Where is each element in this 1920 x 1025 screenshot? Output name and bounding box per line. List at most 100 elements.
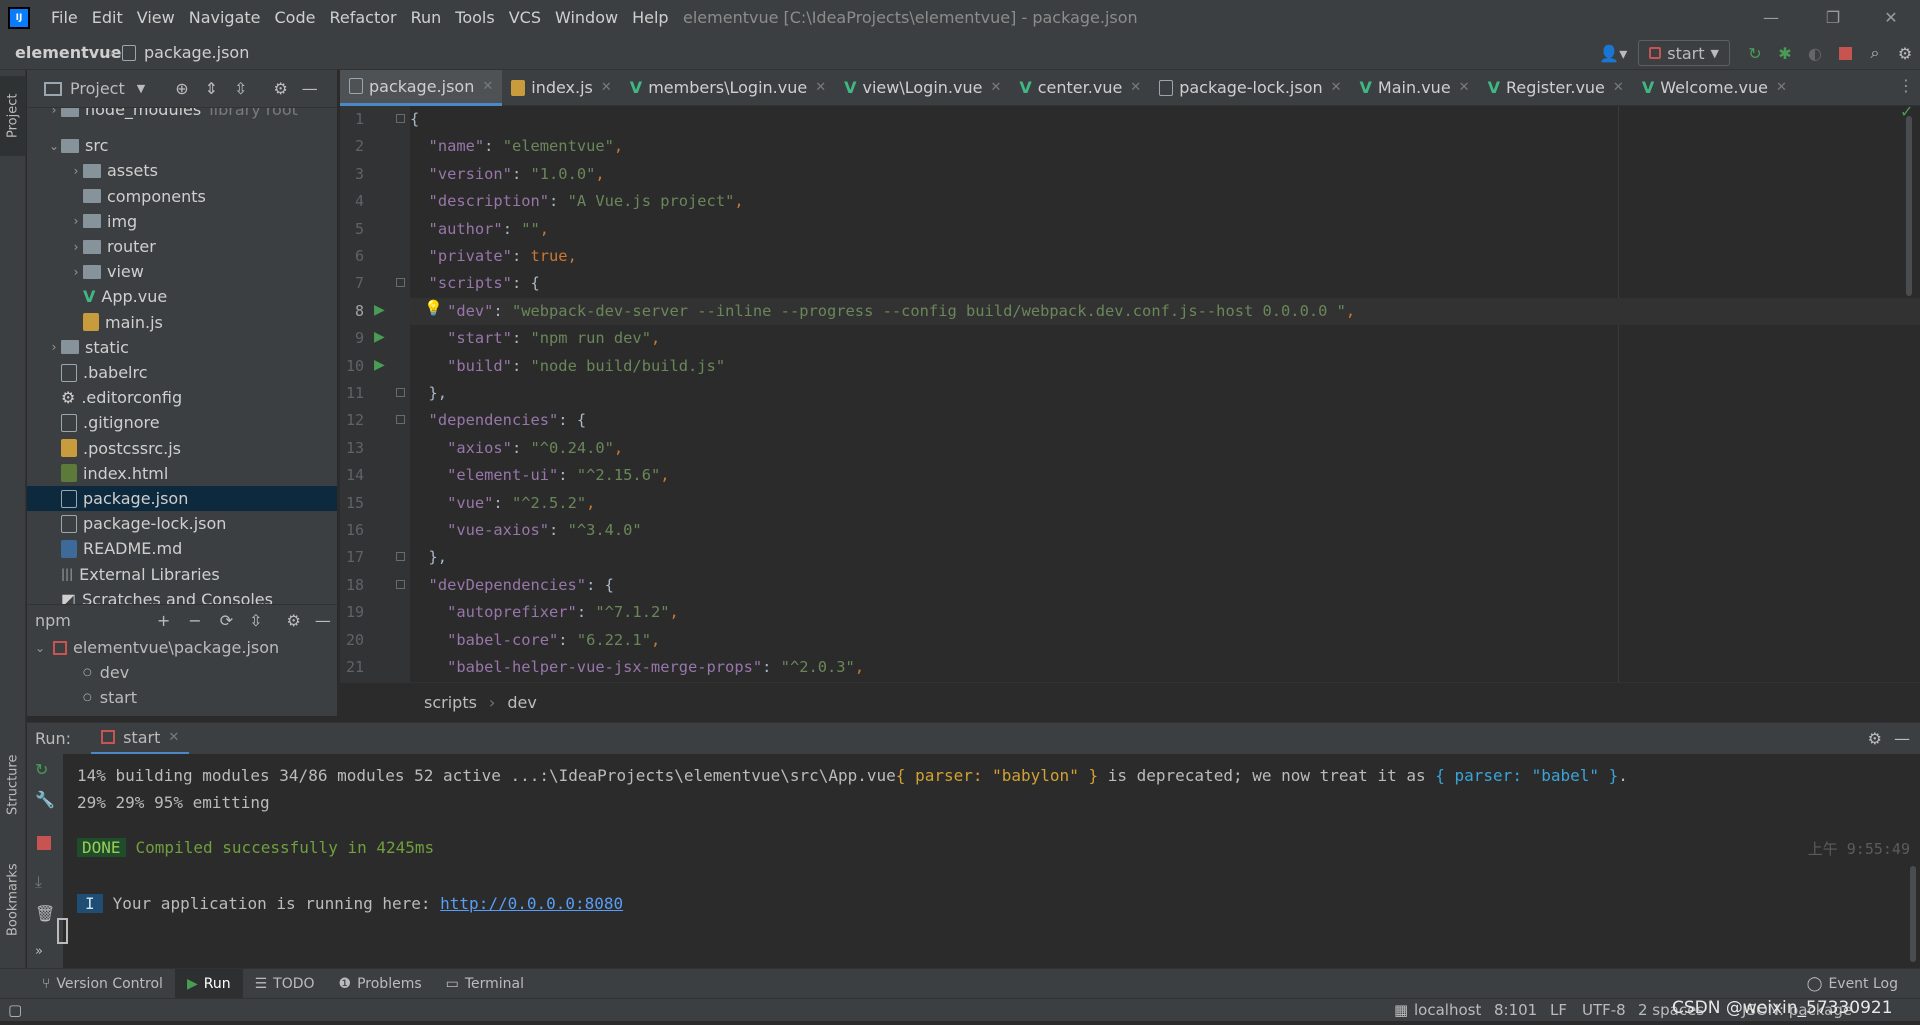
app-url-link[interactable]: http://0.0.0.0:8080: [440, 894, 623, 913]
tree-item[interactable]: › node_modules library root: [27, 108, 337, 122]
tab-project-tool[interactable]: Project: [0, 76, 26, 156]
breadcrumb-dev[interactable]: dev: [507, 693, 536, 712]
project-panel-title[interactable]: Project: [70, 79, 125, 98]
menu-refactor[interactable]: Refactor: [322, 0, 403, 36]
close-tab-icon[interactable]: ✕: [1459, 80, 1470, 95]
fold-marker-icon[interactable]: [396, 579, 405, 589]
tab-problems[interactable]: ❶ Problems: [327, 969, 434, 999]
tree-item[interactable]: .gitignore: [27, 410, 337, 435]
fold-marker-icon[interactable]: [396, 278, 405, 288]
editor-tab[interactable]: Vcenter.vue ✕: [1010, 70, 1150, 106]
reload-icon[interactable]: ⟳: [220, 611, 233, 630]
breadcrumb-file[interactable]: package.json: [144, 36, 249, 70]
console-scrollbar[interactable]: [1910, 866, 1916, 962]
collapse-all-icon[interactable]: ⇳: [234, 79, 247, 98]
tree-item[interactable]: ⌄ src: [27, 133, 337, 158]
editor-tab[interactable]: Vview\Login.vue ✕: [835, 70, 1010, 106]
tree-item[interactable]: components: [27, 184, 337, 209]
coverage-icon[interactable]: ◐: [1800, 36, 1830, 70]
user-icon[interactable]: 👤▾: [1598, 36, 1628, 70]
close-window-icon[interactable]: ✕: [1866, 0, 1916, 36]
editor-tab[interactable]: V Main.vue ✕: [1351, 70, 1479, 106]
scroll-to-end-icon[interactable]: ⤓: [35, 872, 42, 892]
menu-help[interactable]: Help: [625, 0, 675, 36]
more-actions-icon[interactable]: »: [35, 944, 43, 959]
chevron-right-icon[interactable]: ›: [47, 340, 61, 354]
tree-item[interactable]: › static: [27, 335, 337, 360]
tree-item[interactable]: › view: [27, 259, 337, 284]
fold-marker-icon[interactable]: [396, 114, 405, 123]
tree-item[interactable]: package.json: [27, 486, 337, 511]
search-everywhere-icon[interactable]: ⌕: [1860, 36, 1890, 70]
expand-all-icon[interactable]: ⇕: [205, 79, 218, 98]
run-console[interactable]: 14% building modules 34/86 modules 52 ac…: [57, 754, 1920, 968]
editor-tab[interactable]: V Register.vue ✕: [1479, 70, 1633, 106]
menu-navigate[interactable]: Navigate: [182, 0, 268, 36]
menu-vcs[interactable]: VCS: [502, 0, 548, 36]
close-tab-icon[interactable]: ✕: [1331, 80, 1342, 95]
close-tab-icon[interactable]: ✕: [1613, 80, 1624, 95]
run-tab-start[interactable]: start ✕: [91, 723, 190, 755]
tree-item[interactable]: .babelrc: [27, 360, 337, 385]
chevron-right-icon[interactable]: ›: [69, 265, 83, 279]
run-script-icon[interactable]: ▶: [374, 302, 385, 318]
chevron-right-icon[interactable]: ›: [69, 240, 83, 254]
close-tab-icon[interactable]: ✕: [1130, 80, 1141, 95]
editor-tab[interactable]: package-lock.json ✕: [1150, 70, 1350, 106]
rerun-icon[interactable]: ↻: [35, 760, 48, 779]
close-tab-icon[interactable]: ✕: [990, 80, 1001, 95]
hide-panel-icon[interactable]: —: [1894, 729, 1910, 748]
npm-root-label[interactable]: elementvue\package.json: [73, 638, 279, 657]
chevron-down-icon[interactable]: ▼: [137, 82, 145, 95]
status-line-separator[interactable]: LF: [1550, 999, 1567, 1021]
tree-item[interactable]: main.js: [27, 310, 337, 335]
tree-item[interactable]: ◩ Scratches and Consoles: [27, 587, 337, 604]
menu-edit[interactable]: Edit: [85, 0, 130, 36]
collapse-all-icon[interactable]: ⇳: [249, 611, 262, 630]
debug-icon[interactable]: ✱: [1770, 36, 1800, 70]
menu-window[interactable]: Window: [548, 0, 625, 36]
close-tab-icon[interactable]: ✕: [1776, 80, 1787, 95]
chevron-right-icon[interactable]: ›: [69, 214, 83, 228]
hide-panel-icon[interactable]: —: [302, 79, 318, 98]
rerun-icon[interactable]: ↻: [1740, 36, 1770, 70]
tab-bookmarks-tool[interactable]: Bookmarks: [0, 850, 26, 950]
breadcrumb-scripts[interactable]: scripts: [424, 693, 477, 712]
chevron-right-icon[interactable]: ›: [47, 108, 61, 117]
chevron-down-icon[interactable]: ⌄: [47, 139, 61, 153]
status-host[interactable]: localhost: [1414, 999, 1481, 1021]
tree-item[interactable]: › img: [27, 209, 337, 234]
tree-item[interactable]: README.md: [27, 536, 337, 561]
more-tabs-icon[interactable]: ⋮: [1898, 76, 1914, 95]
panel-settings-icon[interactable]: ⚙: [1868, 729, 1882, 748]
hide-panel-icon[interactable]: —: [315, 611, 331, 630]
editor-tab[interactable]: V Welcome.vue ✕: [1633, 70, 1796, 106]
chevron-down-icon[interactable]: ⌄: [33, 641, 47, 655]
tab-terminal[interactable]: ▭ Terminal: [434, 969, 536, 999]
modify-config-icon[interactable]: 🔧: [35, 790, 55, 809]
code-editor[interactable]: ✓ { "name": "elementvue", "version": "1.…: [410, 106, 1920, 682]
close-tab-icon[interactable]: ✕: [482, 79, 493, 94]
chevron-right-icon[interactable]: ›: [69, 164, 83, 178]
run-script-icon[interactable]: ▶: [374, 357, 385, 373]
minimize-icon[interactable]: —: [1746, 0, 1796, 36]
tree-item[interactable]: › router: [27, 234, 337, 259]
tree-item[interactable]: package-lock.json: [27, 511, 337, 536]
intention-bulb-icon[interactable]: 💡: [424, 299, 443, 317]
menu-run[interactable]: Run: [404, 0, 449, 36]
menu-tools[interactable]: Tools: [448, 0, 501, 36]
npm-script-start[interactable]: ○ start: [27, 685, 337, 710]
tab-version-control[interactable]: ⑂ Version Control: [30, 969, 175, 999]
menu-code[interactable]: Code: [268, 0, 323, 36]
fold-marker-icon[interactable]: [396, 388, 405, 397]
editor-tab[interactable]: package.json ✕: [340, 69, 503, 106]
menu-view[interactable]: View: [130, 0, 182, 36]
menu-file[interactable]: File: [44, 0, 85, 36]
tree-item[interactable]: ||| External Libraries: [27, 562, 337, 587]
tree-item[interactable]: ⚙ .editorconfig: [27, 385, 337, 410]
editor-tab[interactable]: index.js ✕: [502, 70, 621, 106]
close-tab-icon[interactable]: ✕: [601, 80, 612, 95]
tab-run[interactable]: ▶ Run: [174, 968, 243, 999]
run-script-icon[interactable]: ▶: [374, 329, 385, 345]
remove-icon[interactable]: −: [188, 611, 201, 630]
